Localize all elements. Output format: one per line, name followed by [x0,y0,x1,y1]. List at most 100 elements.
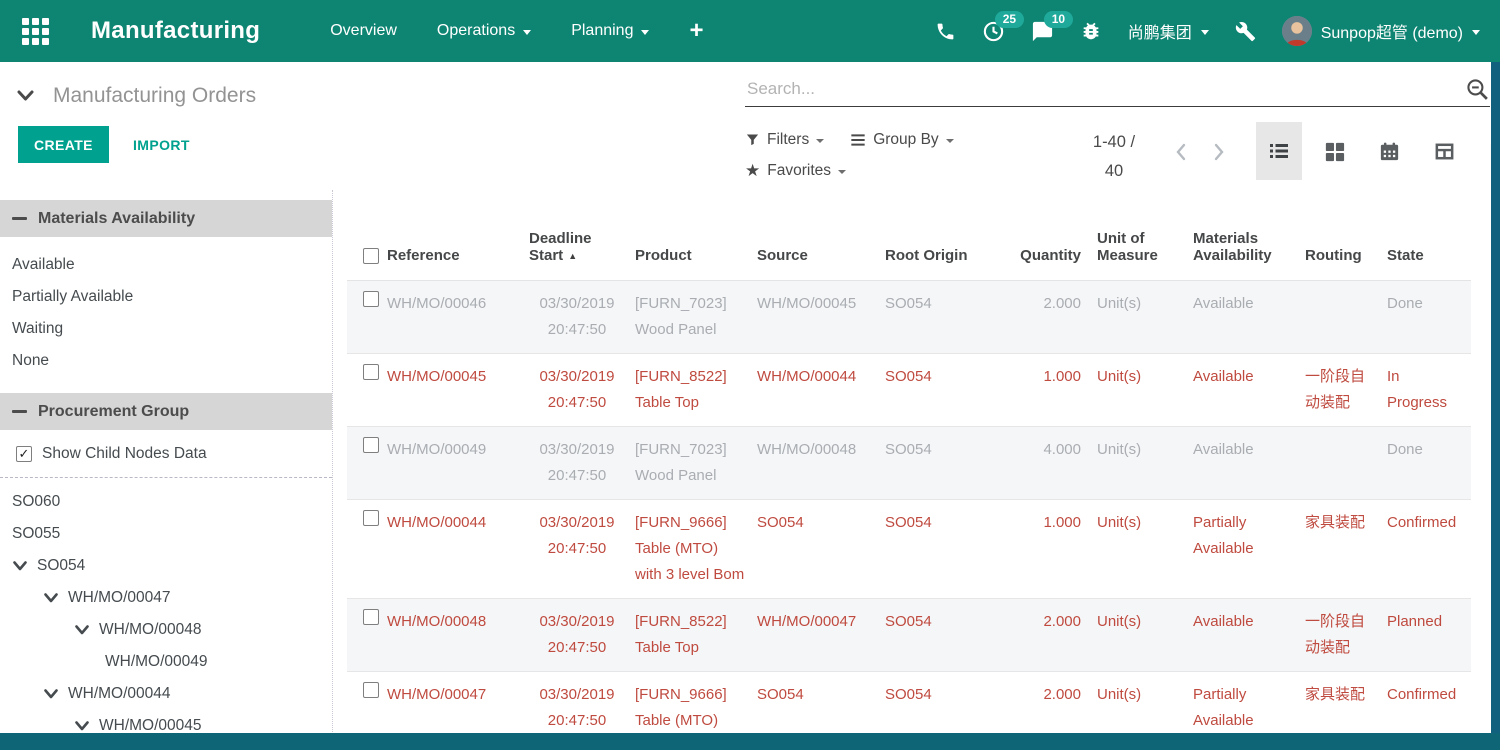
row-checkbox[interactable] [347,426,385,499]
pager-next-button[interactable] [1208,138,1230,166]
cell-state: Done [1385,426,1471,499]
column-header-root-origin[interactable]: Root Origin [883,190,1009,280]
user-menu[interactable]: Sunpop超管 (demo) [1282,16,1480,46]
cell-reference: WH/MO/00045 [385,353,527,426]
table-row[interactable]: WH/MO/0004403/30/2019 20:47:50[FURN_9666… [347,499,1471,598]
tree-item-so060[interactable]: SO060 [0,486,332,518]
column-header-source[interactable]: Source [755,190,883,280]
user-name: Sunpop超管 (demo) [1321,19,1463,43]
section-materials-availability[interactable]: Materials Availability [0,200,332,237]
pivot-icon [1433,140,1456,163]
cell-state: Confirmed [1385,499,1471,598]
cell-root_origin: SO054 [883,280,1009,353]
filter-none[interactable]: None [0,345,332,377]
search-input[interactable] [745,78,1465,100]
column-header-deadline-start[interactable]: Deadline Start▲ [527,190,633,280]
pivot-view-button[interactable] [1422,122,1467,180]
section-procurement-group[interactable]: Procurement Group [0,393,332,430]
activities-clock-icon[interactable]: 25 [982,20,1005,43]
caret-down-icon [816,139,824,143]
column-header-materials-availability[interactable]: Materials Availability [1191,190,1303,280]
caret-down-icon [946,139,954,143]
table-row[interactable]: WH/MO/0004503/30/2019 20:47:50[FURN_8522… [347,353,1471,426]
cell-reference: WH/MO/00048 [385,598,527,671]
filter-partially-available[interactable]: Partially Available [0,281,332,313]
cell-routing [1303,280,1385,353]
table-row[interactable]: WH/MO/0004603/30/2019 20:47:50[FURN_7023… [347,280,1471,353]
calendar-icon [1378,140,1401,163]
filter-waiting[interactable]: Waiting [0,313,332,345]
company-switcher[interactable]: 尚鹏集团 [1128,19,1209,43]
cell-quantity: 1.000 [1009,353,1095,426]
pager-previous-button[interactable] [1170,138,1192,166]
menu-overview[interactable]: Overview [330,22,397,40]
app-title: Manufacturing [91,17,260,45]
procurement-group-tree: SO060SO055SO054WH/MO/00047WH/MO/00048WH/… [0,486,332,742]
column-header-quantity[interactable]: Quantity [1009,190,1095,280]
create-button[interactable]: CREATE [18,126,109,163]
table-row[interactable]: WH/MO/0004903/30/2019 20:47:50[FURN_7023… [347,426,1471,499]
cell-routing: 一阶段自动装配 [1303,353,1385,426]
column-header-product[interactable]: Product [633,190,755,280]
kanban-view-button[interactable] [1312,122,1357,180]
group-by-button[interactable]: Group By [850,131,953,149]
view-switcher [1256,122,1500,180]
tree-item-so054[interactable]: SO054 [0,550,332,582]
cell-product: [FURN_8522] Table Top [633,598,755,671]
apps-grid-icon[interactable] [22,18,49,45]
cell-availability: Available [1191,280,1303,353]
calendar-view-button[interactable] [1367,122,1412,180]
breadcrumb[interactable]: Manufacturing Orders [16,84,256,108]
table-row[interactable]: WH/MO/0004803/30/2019 20:47:50[FURN_8522… [347,598,1471,671]
column-header-reference[interactable]: Reference [385,190,527,280]
tree-item-wh-mo-00047[interactable]: WH/MO/00047 [0,582,332,614]
topbar-menus: Overview Operations Planning [330,22,649,40]
plus-button[interactable]: + [689,21,703,41]
activities-badge: 25 [995,11,1024,28]
cell-deadline: 03/30/2019 20:47:50 [527,499,633,598]
control-panel: Manufacturing Orders CREATE IMPORT Filte… [0,62,1500,190]
tree-item-so055[interactable]: SO055 [0,518,332,550]
tree-item-wh-mo-00044[interactable]: WH/MO/00044 [0,678,332,710]
cell-root_origin: SO054 [883,353,1009,426]
select-all-checkbox[interactable] [347,190,385,280]
cell-product: [FURN_7023] Wood Panel [633,426,755,499]
import-button[interactable]: IMPORT [127,126,196,163]
column-header-state[interactable]: State [1385,190,1471,280]
vertical-scrollbar[interactable] [1491,62,1500,750]
chevron-down-icon [16,89,35,103]
table-header-row: ReferenceDeadline Start▲ProductSourceRoo… [347,190,1471,280]
menu-operations[interactable]: Operations [437,22,531,40]
cell-source: WH/MO/00045 [755,280,883,353]
checkbox-empty [363,291,379,307]
tree-item-wh-mo-00048[interactable]: WH/MO/00048 [0,614,332,646]
pager-nav [1170,138,1230,166]
column-header-routing[interactable]: Routing [1303,190,1385,280]
filter-available[interactable]: Available [0,249,332,281]
column-header-unit-of-measure[interactable]: Unit of Measure [1095,190,1191,280]
tree-item-wh-mo-00049[interactable]: WH/MO/00049 [0,646,332,678]
cell-quantity: 1.000 [1009,499,1095,598]
show-child-nodes-checkbox[interactable]: ✓ Show Child Nodes Data [0,430,332,475]
star-icon: ★ [745,163,760,178]
phone-icon[interactable] [935,21,956,42]
row-checkbox[interactable] [347,280,385,353]
cell-root_origin: SO054 [883,499,1009,598]
bug-icon[interactable] [1080,20,1102,42]
menu-planning[interactable]: Planning [571,22,649,40]
favorites-button[interactable]: ★ Favorites [745,162,846,180]
row-checkbox[interactable] [347,598,385,671]
materials-availability-items: AvailablePartially AvailableWaitingNone [0,237,332,393]
row-checkbox[interactable] [347,499,385,598]
messages-chat-icon[interactable]: 10 [1031,20,1054,43]
chevron-down-icon [12,560,28,572]
search-magnifier-icon[interactable] [1465,77,1490,102]
tools-icon[interactable] [1235,21,1256,42]
caret-down-icon [1472,30,1480,35]
row-checkbox[interactable] [347,353,385,426]
checkbox-checked: ✓ [16,446,32,462]
cell-reference: WH/MO/00044 [385,499,527,598]
filters-button[interactable]: Filters [745,131,824,149]
cell-state: In Progress [1385,353,1471,426]
list-view-button[interactable] [1256,122,1302,180]
